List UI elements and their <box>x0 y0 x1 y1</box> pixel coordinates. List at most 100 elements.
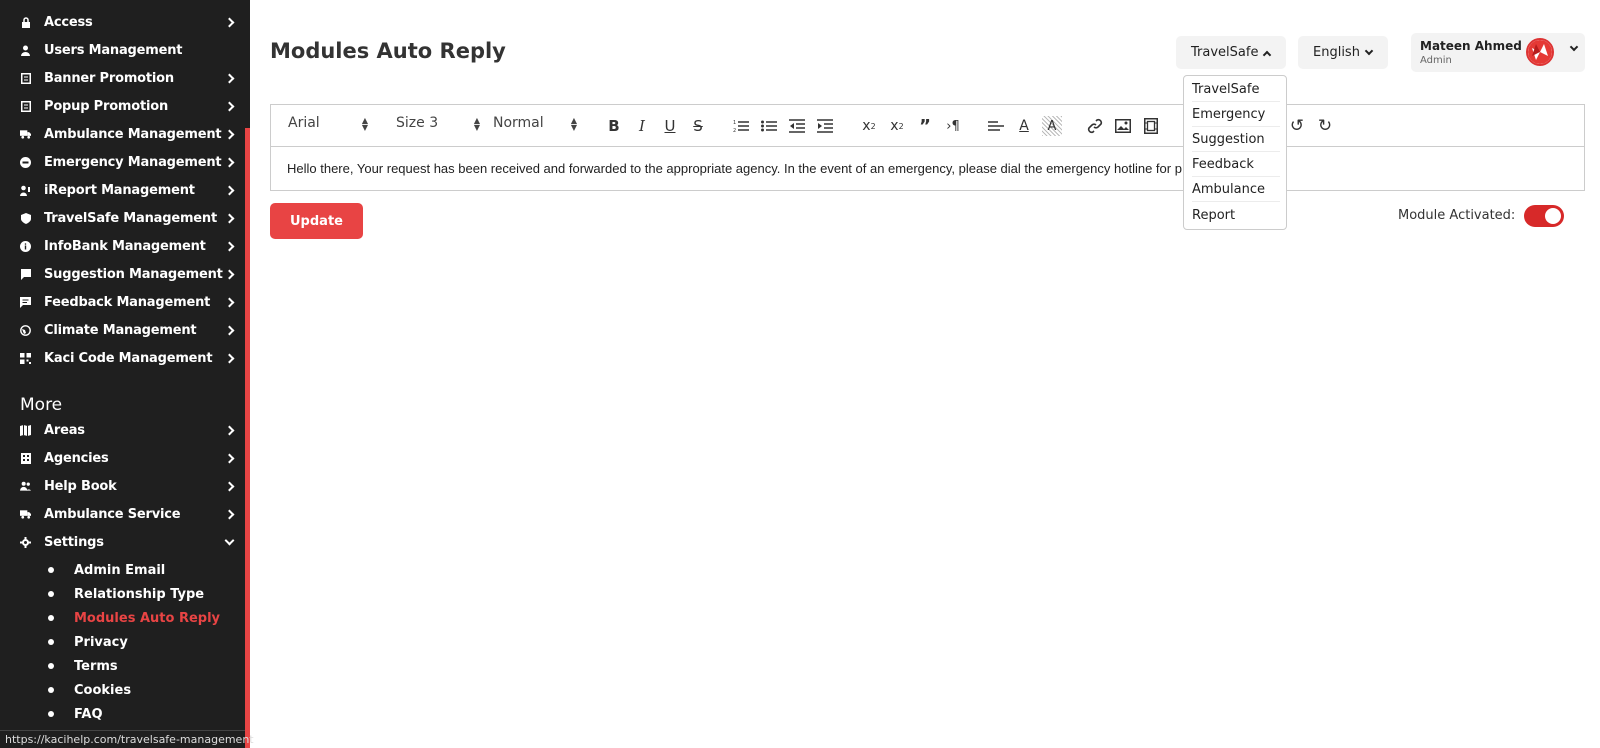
sidebar-item-label: TravelSafe Management <box>44 210 217 226</box>
lock-icon <box>20 16 31 28</box>
chevron-right-icon <box>224 185 235 195</box>
sidebar-item-banner-promotion[interactable]: Banner Promotion <box>0 64 245 92</box>
outdent-icon[interactable] <box>787 116 807 136</box>
underline-icon[interactable]: U <box>660 116 680 136</box>
updown-icon: ▲ ▼ <box>473 116 480 132</box>
sidebar-item-label: Climate Management <box>44 322 197 338</box>
sidebar-item-label: Feedback Management <box>44 294 211 310</box>
settings-sub-privacy[interactable]: Privacy <box>48 631 128 653</box>
user-role: Admin <box>1420 55 1452 66</box>
module-option-report[interactable]: Report <box>1192 203 1280 227</box>
bold-icon[interactable]: B <box>604 116 624 136</box>
editor-content[interactable]: Hello there, Your request has been recei… <box>270 147 1585 191</box>
sidebar-item-label: Help Book <box>44 478 117 494</box>
user-menu[interactable]: Mateen Ahmed Admin <box>1411 33 1585 72</box>
sidebar-item-emergency-management[interactable]: Emergency Management <box>0 148 245 176</box>
settings-sub-modules-auto-reply[interactable]: Modules Auto Reply <box>48 607 220 629</box>
video-icon[interactable] <box>1141 116 1161 136</box>
sidebar-item-kaci-code-management[interactable]: Kaci Code Management <box>0 344 245 372</box>
settings-sub-relationship-type[interactable]: Relationship Type <box>48 583 204 605</box>
sidebar-item-travelsafe-management[interactable]: TravelSafe Management <box>0 204 245 232</box>
bullet-icon <box>48 663 54 669</box>
sidebar-item-feedback-management[interactable]: Feedback Management <box>0 288 245 316</box>
align-icon[interactable] <box>986 116 1006 136</box>
chevron-down-icon <box>1569 42 1579 52</box>
sidebar-item-label: Banner Promotion <box>44 70 174 86</box>
sidebar-item-infobank-management[interactable]: InfoBank Management <box>0 232 245 260</box>
chevron-right-icon <box>224 425 235 435</box>
sidebar-item-label: Agencies <box>44 450 109 466</box>
sidebar-item-settings[interactable]: Settings <box>0 528 245 556</box>
module-option-feedback[interactable]: Feedback <box>1192 153 1280 177</box>
chevron-right-icon <box>224 241 235 251</box>
indent-icon[interactable] <box>815 116 835 136</box>
image-icon[interactable] <box>1113 116 1133 136</box>
language-select[interactable]: English <box>1298 36 1388 69</box>
sidebar-item-label: Ambulance Management <box>44 126 222 142</box>
italic-icon[interactable]: I <box>632 116 652 136</box>
module-option-suggestion[interactable]: Suggestion <box>1192 128 1280 152</box>
sidebar-item-ireport-management[interactable]: iReport Management <box>0 176 245 204</box>
sidebar-item-help-book[interactable]: Help Book <box>0 472 245 500</box>
text-direction-icon[interactable]: ›¶ <box>943 116 963 136</box>
font-select[interactable]: Arial ▲ ▼ <box>288 115 368 132</box>
sidebar-item-ambulance-management[interactable]: Ambulance Management <box>0 120 245 148</box>
chevron-right-icon <box>224 325 235 335</box>
settings-sub-terms[interactable]: Terms <box>48 655 118 677</box>
sidebar-item-climate-management[interactable]: Climate Management <box>0 316 245 344</box>
redo-icon[interactable]: ↻ <box>1315 116 1335 136</box>
settings-sub-faq[interactable]: FAQ <box>48 703 103 725</box>
size-select[interactable]: Size 3 ▲ ▼ <box>396 115 480 132</box>
chevron-right-icon <box>224 297 235 307</box>
settings-sub-admin-email[interactable]: Admin Email <box>48 559 165 581</box>
strikethrough-icon[interactable]: S <box>688 116 708 136</box>
document-icon <box>20 72 31 84</box>
bullet-icon <box>48 615 54 621</box>
sidebar-item-popup-promotion[interactable]: Popup Promotion <box>0 92 245 120</box>
sidebar-item-areas[interactable]: Areas <box>0 416 245 444</box>
sidebar-item-suggestion-management[interactable]: Suggestion Management <box>0 260 245 288</box>
superscript-icon[interactable]: x2 <box>859 116 879 136</box>
chevron-right-icon <box>224 353 235 363</box>
link-icon[interactable] <box>1085 116 1105 136</box>
sidebar-scrollbar[interactable] <box>245 128 250 748</box>
sidebar-item-label: Popup Promotion <box>44 98 169 114</box>
bullet-icon <box>48 687 54 693</box>
bullet-icon <box>48 567 54 573</box>
sidebar-item-users-management[interactable]: Users Management <box>0 36 245 64</box>
sidebar-item-access[interactable]: Access <box>0 8 245 36</box>
updown-icon: ▲ ▼ <box>570 116 577 132</box>
module-option-travelsafe[interactable]: TravelSafe <box>1192 78 1280 102</box>
sidebar: Access Users Management Banner Promotion… <box>0 0 254 748</box>
ordered-list-icon[interactable]: 12 <box>731 116 751 136</box>
report-icon <box>20 185 31 196</box>
module-option-emergency[interactable]: Emergency <box>1192 103 1280 127</box>
chevron-right-icon <box>224 101 235 111</box>
module-activated-toggle[interactable] <box>1524 205 1564 227</box>
undo-icon[interactable]: ↺ <box>1287 116 1307 136</box>
editor-toolbar: Arial ▲ ▼ Size 3 ▲ ▼ Normal ▲ ▼ B I U S 12 … <box>270 104 1585 147</box>
module-select[interactable]: TravelSafe <box>1176 36 1286 69</box>
blockquote-icon[interactable]: ” <box>915 116 935 137</box>
sidebar-item-ambulance-service[interactable]: Ambulance Service <box>0 500 245 528</box>
text-color-icon[interactable]: A <box>1014 116 1034 136</box>
sidebar-item-agencies[interactable]: Agencies <box>0 444 245 472</box>
module-option-ambulance[interactable]: Ambulance <box>1192 178 1280 202</box>
chevron-right-icon <box>224 213 235 223</box>
bullet-icon <box>48 591 54 597</box>
style-select-value: Normal <box>493 115 544 131</box>
settings-sub-cookies[interactable]: Cookies <box>48 679 131 701</box>
style-select[interactable]: Normal ▲ ▼ <box>493 115 577 132</box>
bullet-list-icon[interactable] <box>759 116 779 136</box>
chevron-right-icon <box>224 509 235 519</box>
subscript-icon[interactable]: x2 <box>887 116 907 136</box>
background-color-icon[interactable]: A <box>1042 116 1062 136</box>
globe-icon <box>20 324 31 336</box>
info-icon <box>20 240 31 252</box>
module-activated-label: Module Activated: <box>1398 208 1516 223</box>
suggestion-icon <box>20 268 31 280</box>
sub-item-label: Admin Email <box>74 562 166 578</box>
update-button[interactable]: Update <box>270 203 363 239</box>
ambulance-icon <box>20 129 31 140</box>
map-icon <box>20 424 31 436</box>
